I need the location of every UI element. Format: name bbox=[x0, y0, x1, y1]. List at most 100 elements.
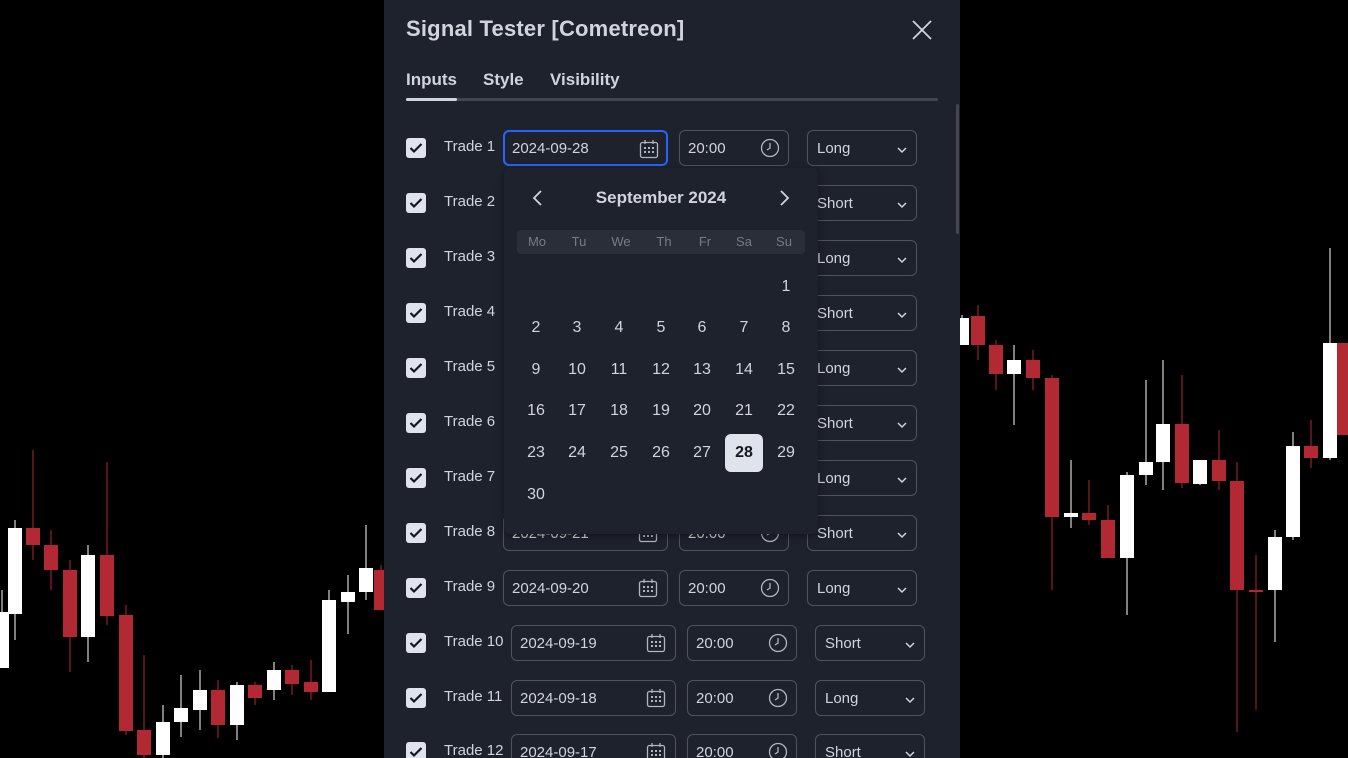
calendar-day[interactable]: 17 bbox=[558, 392, 596, 430]
candle bbox=[989, 340, 1003, 390]
calendar-day[interactable]: 24 bbox=[558, 434, 596, 472]
trade-time-input[interactable]: 20:00 bbox=[687, 680, 797, 716]
calendar-day[interactable]: 21 bbox=[725, 392, 763, 430]
calendar-day[interactable]: 13 bbox=[683, 351, 721, 389]
clock-icon[interactable] bbox=[768, 688, 788, 708]
clock-icon[interactable] bbox=[768, 633, 788, 653]
calendar-day[interactable]: 14 bbox=[725, 351, 763, 389]
close-icon[interactable] bbox=[910, 18, 934, 42]
trade-enabled-checkbox[interactable] bbox=[406, 523, 426, 543]
calendar-day[interactable]: 6 bbox=[683, 309, 721, 347]
tab-active-indicator bbox=[406, 98, 457, 101]
calendar-day[interactable]: 27 bbox=[683, 434, 721, 472]
tab-inputs[interactable]: Inputs bbox=[406, 70, 457, 90]
trade-side-select[interactable]: Long bbox=[807, 570, 917, 606]
calendar-day[interactable]: 9 bbox=[517, 351, 555, 389]
candle bbox=[100, 462, 114, 625]
clock-icon[interactable] bbox=[760, 138, 780, 158]
trade-enabled-checkbox[interactable] bbox=[406, 742, 426, 758]
calendar-day[interactable]: 29 bbox=[767, 434, 805, 472]
calendar-icon[interactable] bbox=[639, 139, 659, 159]
trade-side-select[interactable]: Long bbox=[807, 130, 917, 166]
candle bbox=[1045, 375, 1059, 590]
calendar-day[interactable]: 2 bbox=[517, 309, 555, 347]
trade-side-select[interactable]: Short bbox=[807, 405, 917, 441]
trade-side-select[interactable]: Long bbox=[815, 680, 925, 716]
calendar-day[interactable]: 18 bbox=[600, 392, 638, 430]
trade-date-input[interactable]: 2024-09-17 bbox=[511, 734, 676, 758]
scrollbar-thumb[interactable] bbox=[956, 104, 959, 234]
weekday-label: Su bbox=[776, 234, 792, 249]
calendar-day[interactable]: 10 bbox=[558, 351, 596, 389]
calendar-day[interactable]: 23 bbox=[517, 434, 555, 472]
trade-side-select[interactable]: Long bbox=[807, 240, 917, 276]
trade-side-select[interactable]: Short bbox=[807, 515, 917, 551]
candle bbox=[119, 605, 133, 735]
calendar-day[interactable]: 15 bbox=[767, 351, 805, 389]
candle bbox=[81, 545, 95, 662]
trade-time-input[interactable]: 20:00 bbox=[687, 734, 797, 758]
tab-style[interactable]: Style bbox=[483, 70, 524, 90]
trade-enabled-checkbox[interactable] bbox=[406, 578, 426, 598]
trade-date-input[interactable]: 2024-09-19 bbox=[511, 625, 676, 661]
trade-side-select[interactable]: Long bbox=[807, 350, 917, 386]
trade-side-select[interactable]: Short bbox=[807, 185, 917, 221]
candle bbox=[248, 682, 262, 705]
clock-icon[interactable] bbox=[760, 578, 780, 598]
candle bbox=[26, 450, 40, 560]
calendar-icon[interactable] bbox=[638, 578, 658, 598]
candle bbox=[156, 705, 170, 758]
trade-date-input[interactable]: 2024-09-20 bbox=[503, 570, 668, 606]
calendar-icon[interactable] bbox=[646, 742, 666, 758]
calendar-day[interactable]: 11 bbox=[600, 351, 638, 389]
trade-enabled-checkbox[interactable] bbox=[406, 358, 426, 378]
trade-time-input[interactable]: 20:00 bbox=[679, 570, 789, 606]
trade-enabled-checkbox[interactable] bbox=[406, 248, 426, 268]
candle bbox=[1286, 432, 1300, 540]
trade-enabled-checkbox[interactable] bbox=[406, 688, 426, 708]
chevron-down-icon bbox=[896, 198, 908, 210]
tab-bar: Inputs Style Visibility bbox=[406, 70, 938, 102]
trade-enabled-checkbox[interactable] bbox=[406, 138, 426, 158]
calendar-weekday-header: Mo Tu We Th Fr Sa Su bbox=[517, 230, 805, 254]
calendar-day[interactable]: 30 bbox=[517, 476, 555, 514]
trade-enabled-checkbox[interactable] bbox=[406, 303, 426, 323]
calendar-day[interactable]: 12 bbox=[642, 351, 680, 389]
side-value: Long bbox=[817, 360, 851, 377]
calendar-day[interactable]: 19 bbox=[642, 392, 680, 430]
trade-enabled-checkbox[interactable] bbox=[406, 193, 426, 213]
tab-visibility[interactable]: Visibility bbox=[550, 70, 620, 90]
calendar-day[interactable]: 5 bbox=[642, 309, 680, 347]
calendar-day[interactable]: 1 bbox=[767, 268, 805, 306]
calendar-day[interactable]: 26 bbox=[642, 434, 680, 472]
time-value: 20:00 bbox=[696, 635, 734, 652]
trade-enabled-checkbox[interactable] bbox=[406, 468, 426, 488]
calendar-day[interactable]: 3 bbox=[558, 309, 596, 347]
calendar-day[interactable]: 20 bbox=[683, 392, 721, 430]
calendar-day[interactable]: 7 bbox=[725, 309, 763, 347]
trade-date-input[interactable]: 2024-09-18 bbox=[511, 680, 676, 716]
trade-side-select[interactable]: Short bbox=[815, 625, 925, 661]
calendar-day[interactable]: 22 bbox=[767, 392, 805, 430]
trade-label: Trade 6 bbox=[444, 413, 496, 430]
calendar-icon[interactable] bbox=[646, 688, 666, 708]
trade-enabled-checkbox[interactable] bbox=[406, 413, 426, 433]
trade-date-input[interactable]: 2024-09-28 bbox=[503, 130, 668, 166]
chevron-right-icon[interactable] bbox=[774, 188, 794, 208]
trade-side-select[interactable]: Long bbox=[807, 460, 917, 496]
trade-side-select[interactable]: Short bbox=[807, 295, 917, 331]
candle bbox=[193, 670, 207, 730]
calendar-day[interactable]: 25 bbox=[600, 434, 638, 472]
trade-time-input[interactable]: 20:00 bbox=[679, 130, 789, 166]
chevron-down-icon bbox=[896, 143, 908, 155]
trade-side-select[interactable]: Short bbox=[815, 734, 925, 758]
calendar-day[interactable]: 4 bbox=[600, 309, 638, 347]
calendar-day-selected[interactable]: 28 bbox=[725, 434, 763, 472]
clock-icon[interactable] bbox=[768, 742, 788, 758]
calendar-day[interactable]: 16 bbox=[517, 392, 555, 430]
date-value: 2024-09-17 bbox=[520, 744, 597, 758]
trade-time-input[interactable]: 20:00 bbox=[687, 625, 797, 661]
trade-enabled-checkbox[interactable] bbox=[406, 633, 426, 653]
calendar-day[interactable]: 8 bbox=[767, 309, 805, 347]
calendar-icon[interactable] bbox=[646, 633, 666, 653]
